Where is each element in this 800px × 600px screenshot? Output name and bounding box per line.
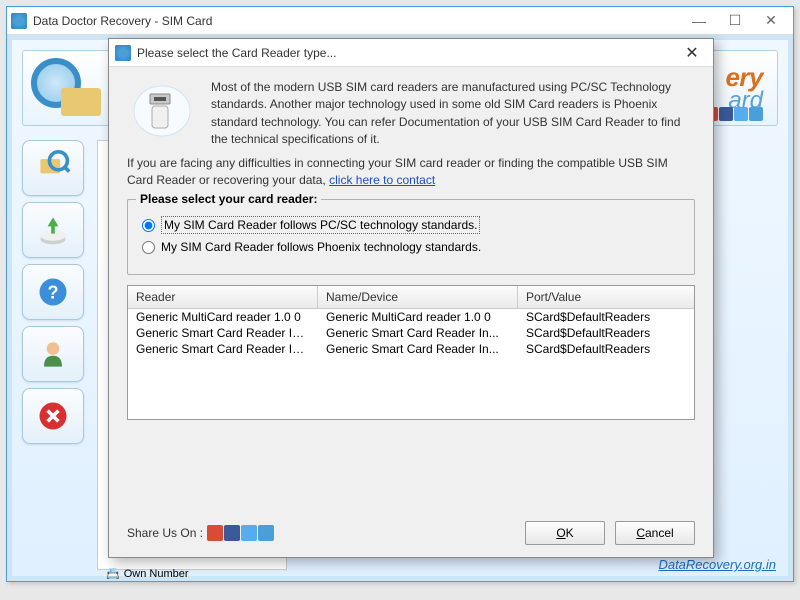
tree-own-number[interactable]: 📇 Own Number [102,565,282,582]
facebook-icon[interactable] [224,525,240,541]
googleplus-icon[interactable] [207,525,223,541]
readers-table: Reader Name/Device Port/Value Generic Mu… [127,285,695,420]
dialog-body: Most of the modern USB SIM card readers … [109,67,713,557]
maximize-button[interactable]: ☐ [717,10,753,32]
share-label: Share Us On : [127,526,203,540]
main-titlebar: Data Doctor Recovery - SIM Card — ☐ ✕ [7,7,793,35]
table-header: Reader Name/Device Port/Value [128,286,694,309]
col-port[interactable]: Port/Value [518,286,694,308]
close-button[interactable]: ✕ [753,10,789,32]
radio-phoenix[interactable]: My SIM Card Reader follows Phoenix techn… [142,240,680,254]
card-reader-dialog: Please select the Card Reader type... ✕ … [108,38,714,558]
table-body: Generic MultiCard reader 1.0 0 Generic M… [128,309,694,419]
svg-text:?: ? [48,282,59,302]
fieldset-legend: Please select your card reader: [136,192,321,206]
left-toolbar: ? [22,140,88,444]
contact-icon: 📇 [106,567,120,580]
dialog-title: Please select the Card Reader type... [137,46,677,60]
radio-pcsc-input[interactable] [142,219,155,232]
info-paragraph-1: Most of the modern USB SIM card readers … [211,79,695,149]
twitter-icon[interactable] [241,525,257,541]
dialog-close-button[interactable]: ✕ [677,43,707,63]
table-row[interactable]: Generic Smart Card Reader Int... Generic… [128,341,694,357]
share-icon[interactable] [258,525,274,541]
footer-website-link[interactable]: DataRecovery.org.in [658,557,776,572]
minimize-button[interactable]: — [681,10,717,32]
col-name[interactable]: Name/Device [318,286,518,308]
table-row[interactable]: Generic MultiCard reader 1.0 0 Generic M… [128,309,694,325]
exit-button[interactable] [22,388,84,444]
col-reader[interactable]: Reader [128,286,318,308]
dialog-icon [115,45,131,61]
ok-button[interactable]: OK [525,521,605,545]
usb-reader-icon [127,79,197,143]
scan-sim-button[interactable] [22,140,84,196]
card-reader-fieldset: Please select your card reader: My SIM C… [127,199,695,275]
twitter-icon[interactable] [734,107,748,121]
contact-link[interactable]: click here to contact [329,173,435,187]
radio-pcsc[interactable]: My SIM Card Reader follows PC/SC technol… [142,216,680,234]
dialog-footer: Share Us On : OK Cancel [127,513,695,545]
dialog-titlebar: Please select the Card Reader type... ✕ [109,39,713,67]
table-row[interactable]: Generic Smart Card Reader Int... Generic… [128,325,694,341]
main-window-title: Data Doctor Recovery - SIM Card [33,14,681,28]
share-icon[interactable] [749,107,763,121]
share-icons [207,525,274,541]
app-icon [11,13,27,29]
facebook-icon[interactable] [719,107,733,121]
recover-button[interactable] [22,202,84,258]
cancel-button[interactable]: Cancel [615,521,695,545]
help-button[interactable]: ? [22,264,84,320]
support-button[interactable] [22,326,84,382]
info-paragraph-2: If you are facing any difficulties in co… [127,155,695,190]
radio-phoenix-input[interactable] [142,241,155,254]
